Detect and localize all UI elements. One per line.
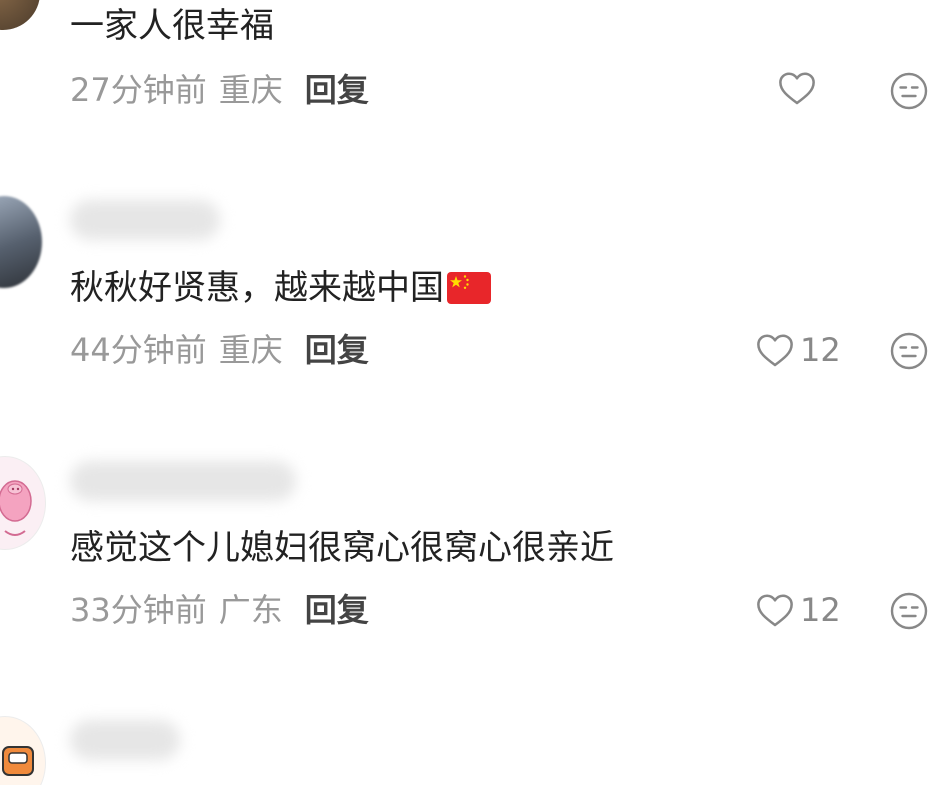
neutral-face-icon[interactable] xyxy=(890,332,928,370)
comment-time: 27分钟前 xyxy=(70,71,207,109)
comment-time: 33分钟前 xyxy=(70,591,207,629)
reply-button[interactable]: 回复 xyxy=(305,331,369,369)
heart-outline-icon xyxy=(757,334,793,367)
like-button[interactable]: 12 xyxy=(756,330,841,370)
comment-list: 一家人很幸福 27分钟前 重庆 回复 秋秋好贤惠，越来越中国 44分钟前 重庆 回复 1… xyxy=(0,0,948,785)
reply-button[interactable]: 回复 xyxy=(305,71,369,109)
comment-location: 重庆 xyxy=(218,331,283,369)
username-blurred[interactable] xyxy=(70,200,220,240)
cartoon-avatar-icon xyxy=(2,746,34,776)
reply-button[interactable]: 回复 xyxy=(305,591,369,629)
comment-text: 秋秋好贤惠，越来越中国 xyxy=(70,266,492,310)
like-count: 12 xyxy=(800,331,841,369)
comment-meta: 33分钟前 广东 回复 xyxy=(70,590,369,630)
comment-location: 重庆 xyxy=(218,71,283,109)
comment-text-body: 秋秋好贤惠，越来越中国 xyxy=(70,268,444,308)
user-avatar[interactable] xyxy=(0,0,40,30)
heart-outline-icon xyxy=(757,594,793,627)
comment-time: 44分钟前 xyxy=(70,331,207,369)
comment-meta: 27分钟前 重庆 回复 xyxy=(70,70,369,110)
neutral-face-icon[interactable] xyxy=(890,72,928,110)
neutral-face-icon[interactable] xyxy=(890,592,928,630)
comment-location: 广东 xyxy=(218,591,283,629)
username-blurred[interactable] xyxy=(70,720,180,760)
like-button[interactable] xyxy=(778,70,816,106)
user-avatar[interactable] xyxy=(0,196,42,288)
user-avatar[interactable] xyxy=(0,716,46,785)
china-flag-emoji xyxy=(447,272,491,304)
user-avatar[interactable] xyxy=(0,456,46,550)
comment-text: 感觉这个儿媳妇很窝心很窝心很亲近 xyxy=(70,528,614,568)
username-blurred[interactable] xyxy=(70,461,296,501)
like-count: 12 xyxy=(800,591,841,629)
pink-pig-avatar-icon xyxy=(0,480,32,536)
like-button[interactable]: 12 xyxy=(756,590,841,630)
comment-text: 一家人很幸福 xyxy=(70,6,274,46)
comment-meta: 44分钟前 重庆 回复 xyxy=(70,330,369,370)
heart-outline-icon xyxy=(779,72,815,105)
